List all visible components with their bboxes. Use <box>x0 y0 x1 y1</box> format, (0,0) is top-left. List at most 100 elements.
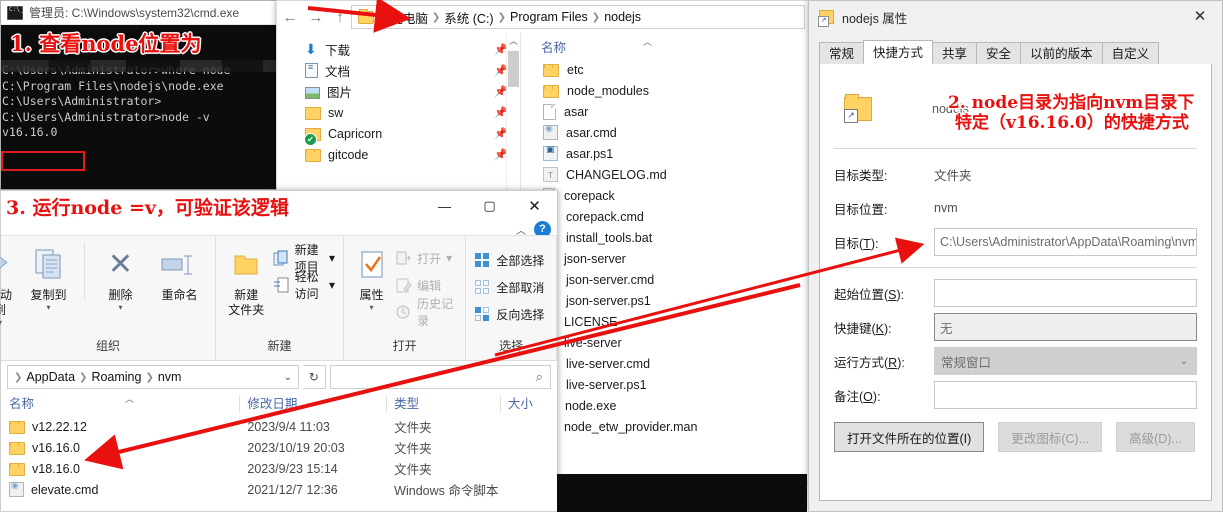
tab-security[interactable]: 安全 <box>976 42 1022 64</box>
rename-button[interactable]: 重命名 <box>152 242 207 303</box>
pin-icon[interactable]: 📌 <box>494 85 508 98</box>
properties-dialog[interactable]: nodejs 属性 ✕ 常规 快捷方式 共享 安全 以前的版本 自定义 node… <box>808 0 1223 512</box>
pin-icon[interactable]: 📌 <box>494 127 508 140</box>
close-button[interactable]: ✕ <box>512 191 557 221</box>
table-row[interactable]: v16.16.0 2023/10/19 20:03 文件夹 <box>1 437 557 458</box>
properties-button[interactable]: 属性 ▾ <box>352 242 391 312</box>
table-row[interactable]: v12.22.12 2023/9/4 11:03 文件夹 <box>1 416 557 437</box>
table-row[interactable]: elevate.cmd 2021/12/7 12:36 Windows 命令脚本 <box>1 479 557 500</box>
background-console-window[interactable] <box>557 474 807 512</box>
copy-to-button[interactable]: 复制到 ▾ <box>21 242 76 312</box>
file-row[interactable]: asar <box>521 101 811 122</box>
dialog-tabs[interactable]: 常规 快捷方式 共享 安全 以前的版本 自定义 <box>819 40 1212 65</box>
dialog-title-bar[interactable]: nodejs 属性 ✕ <box>809 1 1222 33</box>
ribbon-toolbar[interactable]: 移动到 ▾ 复制到 ▾ ✕ 删除 ▾ <box>0 235 557 361</box>
nav-item-sw[interactable]: sw 📌 <box>277 102 520 123</box>
start-in-input[interactable] <box>934 279 1197 307</box>
column-header-name[interactable]: 名称 ︿ <box>521 33 811 59</box>
chevron-down-icon[interactable]: ▾ <box>352 303 391 312</box>
advanced-button[interactable]: 高级(D)... <box>1116 422 1195 452</box>
file-row[interactable]: live-server.cmd <box>521 353 811 374</box>
breadcrumb-item-2[interactable]: nvm <box>158 370 182 384</box>
up-arrow-icon[interactable]: ↑ <box>329 9 351 26</box>
open-file-location-button[interactable]: 打开文件所在的位置(I) <box>834 422 985 452</box>
file-row[interactable]: corepack <box>521 185 811 206</box>
pin-icon[interactable]: 📌 <box>494 43 508 56</box>
tab-customize[interactable]: 自定义 <box>1101 42 1160 64</box>
file-row[interactable]: asar.cmd <box>521 122 811 143</box>
file-row[interactable]: json-server.ps1 <box>521 290 811 311</box>
nav-item-downloads[interactable]: ⬇ 下载 📌 <box>277 39 520 60</box>
file-row[interactable]: LICENSE <box>521 311 811 332</box>
column-header-type[interactable]: 类型 <box>386 392 500 416</box>
nav-item-capricorn[interactable]: Capricorn 📌 <box>277 123 520 146</box>
run-mode-select[interactable]: 常规窗口 ⌄ <box>934 347 1197 375</box>
column-header-date[interactable]: 修改日期 <box>239 392 386 416</box>
file-row[interactable]: asar.ps1 <box>521 143 811 164</box>
tab-sharing[interactable]: 共享 <box>932 42 978 64</box>
breadcrumb-item-2[interactable]: Program Files <box>510 10 588 24</box>
file-row[interactable]: json-server <box>521 248 811 269</box>
file-row[interactable]: live-server <box>521 332 811 353</box>
chevron-down-icon[interactable]: ▾ <box>93 303 148 312</box>
file-row[interactable]: T CHANGELOG.md <box>521 164 811 185</box>
back-arrow-icon[interactable]: ← <box>277 9 303 26</box>
file-row[interactable]: node_modules <box>521 80 811 101</box>
minimize-button[interactable]: — <box>422 191 467 221</box>
file-row[interactable]: corepack.cmd <box>521 206 811 227</box>
tab-previous-versions[interactable]: 以前的版本 <box>1020 42 1103 64</box>
chevron-down-icon[interactable]: ▾ <box>446 251 452 265</box>
file-row[interactable]: json-server.cmd <box>521 269 811 290</box>
pin-icon[interactable]: 📌 <box>494 148 508 161</box>
nav-item-gitcode[interactable]: gitcode 📌 <box>277 144 520 165</box>
file-table[interactable]: 名称 修改日期 类型 大小 ︿ v12.22.12 2023/9/4 11:03… <box>1 392 557 511</box>
breadcrumb-item-3[interactable]: nodejs <box>604 10 641 24</box>
change-icon-button[interactable]: 更改图标(C)... <box>998 422 1103 452</box>
breadcrumb[interactable]: ❯ AppData ❯ Roaming ❯ nvm ⌄ <box>7 365 299 389</box>
maximize-button[interactable]: ▢ <box>467 191 512 221</box>
refresh-icon[interactable]: ↻ <box>303 365 326 389</box>
history-button[interactable]: 历史记录 <box>395 297 457 328</box>
nav-item-documents[interactable]: 文档 📌 <box>277 60 520 81</box>
target-input[interactable]: C:\Users\Administrator\AppData\Roaming\n… <box>934 228 1197 256</box>
easy-access-button[interactable]: 轻松访问 ▾ <box>273 270 335 301</box>
shortcut-key-input[interactable]: 无 <box>934 313 1197 341</box>
new-folder-button[interactable]: 新建 文件夹 <box>224 242 269 318</box>
breadcrumb-item-1[interactable]: Roaming <box>91 370 141 384</box>
chevron-down-icon[interactable]: ▾ <box>329 251 335 265</box>
close-icon[interactable]: ✕ <box>1178 1 1222 31</box>
file-row[interactable]: etc <box>521 59 811 80</box>
new-item-button[interactable]: 新建项目 ▾ <box>273 243 335 274</box>
delete-button[interactable]: ✕ 删除 ▾ <box>93 242 148 312</box>
invert-selection-button[interactable]: 反向选择 <box>474 302 544 326</box>
breadcrumb-item-0[interactable]: 此电脑 <box>390 8 428 27</box>
chevron-down-icon[interactable]: ▾ <box>329 278 335 292</box>
file-row[interactable]: live-server.ps1 <box>521 374 811 395</box>
move-to-button[interactable]: 移动到 ▾ <box>0 242 17 327</box>
comment-input[interactable] <box>934 381 1197 409</box>
chevron-down-icon[interactable]: ▾ <box>21 303 76 312</box>
file-list-pane[interactable]: 名称 ︿ etc node_modules asar asar.cmd asar… <box>521 33 811 481</box>
search-input[interactable]: ⌕ <box>329 365 551 389</box>
chevron-down-icon[interactable]: ▾ <box>0 318 17 327</box>
breadcrumb-item-1[interactable]: 系统 (C:) <box>444 8 493 27</box>
tab-shortcut[interactable]: 快捷方式 <box>863 40 934 64</box>
file-row[interactable]: node.exe <box>521 395 811 416</box>
file-row[interactable]: node_etw_provider.man <box>521 416 811 437</box>
select-none-button[interactable]: 全部取消 <box>474 275 544 299</box>
cmd-titlebar[interactable]: 管理员: C:\Windows\system32\cmd.exe <box>1 1 306 25</box>
nav-item-pictures[interactable]: 图片 📌 <box>277 81 520 102</box>
open-button[interactable]: 打开 ▾ <box>395 246 457 270</box>
pin-icon[interactable]: 📌 <box>494 106 508 119</box>
breadcrumb-item-0[interactable]: AppData <box>26 370 75 384</box>
column-header-name[interactable]: 名称 <box>1 392 239 416</box>
edit-button[interactable]: 编辑 <box>395 273 457 297</box>
tab-general[interactable]: 常规 <box>819 42 865 64</box>
pin-icon[interactable]: 📌 <box>494 64 508 77</box>
file-row[interactable]: install_tools.bat <box>521 227 811 248</box>
column-header-size[interactable]: 大小 <box>499 392 557 416</box>
table-row[interactable]: v18.16.0 2023/9/23 15:14 文件夹 <box>1 458 557 479</box>
scroll-up-icon[interactable]: ︿ <box>507 33 520 49</box>
explorer-window-nvm[interactable]: — ▢ ✕ ︿ ? 移动到 ▾ <box>0 190 558 512</box>
select-all-button[interactable]: 全部选择 <box>474 248 544 272</box>
